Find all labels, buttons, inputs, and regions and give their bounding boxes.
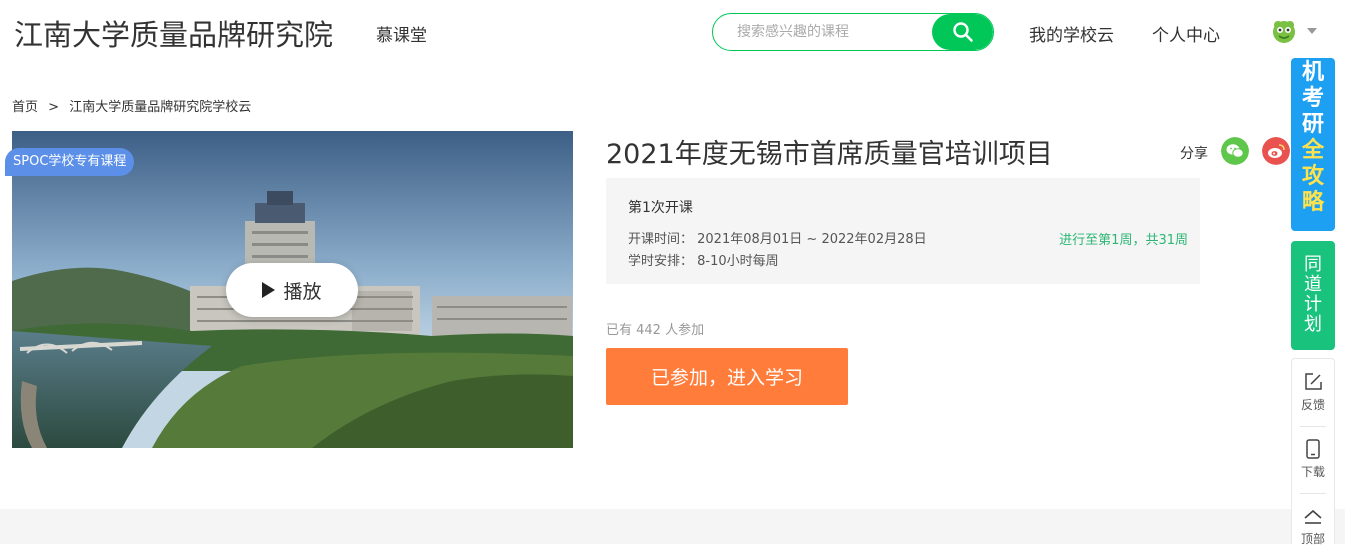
bottom-section-band	[0, 509, 1345, 544]
breadcrumb-current[interactable]: 江南大学质量品牌研究院学校云	[69, 100, 251, 115]
school-title[interactable]: 江南大学质量品牌研究院	[14, 12, 333, 54]
share-label: 分享	[1180, 146, 1208, 162]
nav-personal-center[interactable]: 个人中心	[1152, 21, 1220, 46]
feedback-button[interactable]: 反馈	[1292, 359, 1334, 425]
course-info-panel: 第1次开课 开课时间： 2021年08月01日 ~ 2022年02月28日 学时…	[606, 178, 1200, 284]
enrolled-count: 已有 442 人参加	[606, 323, 705, 338]
course-progress: 进行至第1周，共31周	[1059, 233, 1188, 248]
side-toolbar: 反馈 下载 顶部	[1291, 358, 1335, 546]
nav-mooc-link[interactable]: 慕课堂	[376, 21, 427, 46]
play-label: 播放	[283, 280, 322, 303]
breadcrumb-home[interactable]: 首页	[12, 100, 38, 115]
search-icon	[952, 22, 973, 42]
breadcrumb: 首页 > 江南大学质量品牌研究院学校云	[12, 96, 257, 115]
play-icon	[262, 282, 276, 298]
download-button[interactable]: 下载	[1292, 426, 1334, 492]
wechat-icon[interactable]	[1221, 137, 1249, 165]
play-button[interactable]: 播放	[226, 263, 358, 317]
search-input[interactable]	[737, 22, 937, 42]
edit-icon	[1305, 373, 1322, 390]
download-label: 下载	[1300, 465, 1325, 479]
tongdao-plan-banner[interactable]: 同 道 计 划	[1291, 241, 1335, 350]
search-button[interactable]	[932, 14, 993, 50]
phone-icon	[1306, 439, 1320, 459]
back-to-top-button[interactable]: 顶部	[1292, 493, 1334, 559]
course-period: 开课时间： 2021年08月01日 ~ 2022年02月28日	[628, 232, 927, 247]
exam-strategy-text: 机 考 研 全 攻 略	[1301, 60, 1324, 215]
tongdao-plan-text: 同 道 计 划	[1304, 254, 1322, 335]
course-hours: 学时安排： 8-10小时每周	[628, 254, 779, 269]
avatar[interactable]	[1269, 16, 1299, 46]
chevron-down-icon[interactable]	[1307, 28, 1317, 34]
exam-strategy-banner[interactable]: 机 考 研 全 攻 略	[1291, 58, 1335, 231]
breadcrumb-separator: >	[48, 100, 60, 115]
feedback-label: 反馈	[1300, 398, 1325, 412]
term-label: 第1次开课	[628, 200, 693, 216]
spoc-badge: SPOC学校专有课程	[5, 148, 135, 176]
enter-study-button[interactable]: 已参加，进入学习	[606, 348, 848, 405]
top-header: 江南大学质量品牌研究院 慕课堂 我的学校云 个人中心	[0, 0, 1345, 64]
weibo-icon[interactable]	[1262, 137, 1290, 165]
course-title: 2021年度无锡市首席质量官培训项目	[606, 139, 1053, 170]
top-label: 顶部	[1300, 532, 1325, 546]
chevron-up-icon	[1304, 509, 1322, 524]
search-box	[712, 13, 994, 51]
nav-my-school-cloud[interactable]: 我的学校云	[1029, 21, 1114, 46]
